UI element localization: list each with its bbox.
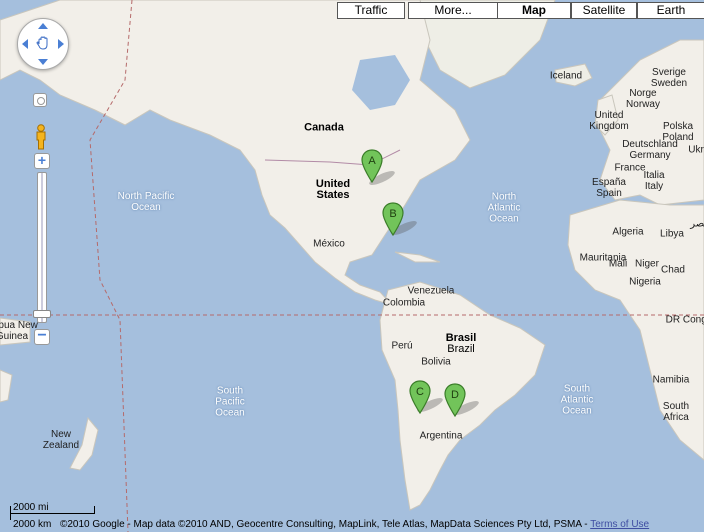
label-mali: Mali bbox=[608, 258, 628, 270]
copyright-text: ©2010 Google - Map data ©2010 AND, Geoce… bbox=[60, 518, 649, 532]
map-type-selector: Map Satellite Earth bbox=[497, 2, 704, 19]
marker-letter: C bbox=[416, 386, 424, 398]
label-united-kingdom: United Kingdom bbox=[589, 110, 629, 132]
label-sverige: Sverige Sweden bbox=[650, 67, 688, 89]
label-nigeria: Nigeria bbox=[629, 276, 661, 288]
marker-b[interactable]: B bbox=[382, 202, 404, 236]
pan-control bbox=[17, 18, 69, 70]
map-footer: 2000 km ©2010 Google - Map data ©2010 AN… bbox=[0, 518, 704, 532]
label-south-africa: South Africa bbox=[662, 401, 690, 423]
scale-bar-right-tick bbox=[94, 506, 95, 514]
map-type-earth-button[interactable]: Earth bbox=[637, 2, 704, 19]
label-libya: Libya bbox=[660, 228, 684, 240]
reset-view-button[interactable] bbox=[33, 93, 47, 107]
label-north-pacific-ocean: North Pacific Ocean bbox=[117, 191, 175, 213]
label-bolivia: Bolivia bbox=[421, 356, 451, 368]
label-arabic: مصر bbox=[690, 218, 704, 230]
label-peru: Perú bbox=[391, 340, 413, 352]
label-deutschland: Deutschland Germany bbox=[622, 139, 678, 161]
label-north-atlantic-ocean: North Atlantic Ocean bbox=[487, 191, 521, 225]
reset-circle-icon bbox=[37, 97, 45, 105]
zoom-slider-handle[interactable] bbox=[33, 310, 51, 318]
label-united-states: United States bbox=[316, 179, 350, 201]
label-algeria: Algeria bbox=[612, 226, 644, 238]
label-france: France bbox=[614, 162, 646, 174]
marker-d[interactable]: D bbox=[444, 383, 466, 417]
label-mexico: México bbox=[313, 238, 345, 250]
label-italia: Italia Italy bbox=[643, 170, 665, 192]
zoom-out-button[interactable]: − bbox=[34, 328, 50, 345]
scale-km-label: 2000 km bbox=[13, 519, 52, 530]
pan-up-icon[interactable] bbox=[38, 23, 48, 29]
label-papua-new-guinea: Papua NewGuinea bbox=[0, 320, 38, 342]
label-drcongo: DR Congo bbox=[665, 314, 704, 326]
more-button[interactable]: More... bbox=[408, 2, 498, 19]
pan-down-icon[interactable] bbox=[38, 59, 48, 65]
label-south-atlantic-ocean: South Atlantic Ocean bbox=[560, 383, 594, 417]
label-namibia: Namibia bbox=[652, 374, 690, 386]
traffic-button[interactable]: Traffic bbox=[337, 2, 405, 19]
zoom-in-button[interactable]: + bbox=[34, 153, 50, 169]
label-new-zealand: New Zealand bbox=[42, 429, 80, 451]
label-colombia: Colombia bbox=[382, 297, 426, 309]
terms-of-use-link[interactable]: Terms of Use bbox=[590, 519, 649, 530]
label-canada: Canada bbox=[304, 121, 344, 134]
label-norge: Norge Norway bbox=[626, 88, 660, 110]
copyright-label: ©2010 Google - Map data ©2010 AND, Geoce… bbox=[60, 519, 591, 530]
label-venezuela: Venezuela bbox=[407, 285, 455, 297]
label-brasil: Brasil Brazil bbox=[445, 332, 477, 355]
marker-c[interactable]: C bbox=[409, 380, 431, 414]
hand-icon[interactable] bbox=[35, 35, 51, 51]
marker-a[interactable]: A bbox=[361, 149, 383, 183]
label-ukr: Ukr bbox=[688, 144, 704, 156]
label-niger: Niger bbox=[635, 258, 659, 270]
label-espana: España Spain bbox=[592, 177, 626, 199]
label-text: States bbox=[316, 189, 350, 201]
marker-letter: D bbox=[451, 389, 459, 401]
scale-bar-line bbox=[10, 513, 94, 514]
map-canvas[interactable] bbox=[0, 0, 704, 532]
map-type-map-button[interactable]: Map bbox=[497, 2, 571, 19]
zoom-slider-track[interactable] bbox=[37, 172, 47, 323]
pan-right-icon[interactable] bbox=[58, 39, 64, 49]
map-type-satellite-button[interactable]: Satellite bbox=[571, 2, 637, 19]
marker-letter: A bbox=[368, 155, 376, 167]
label-south-pacific-ocean: South Pacific Ocean bbox=[215, 385, 245, 419]
label-argentina: Argentina bbox=[419, 430, 463, 442]
scale-mi-label: 2000 mi bbox=[13, 502, 49, 513]
pegman-icon[interactable] bbox=[34, 124, 48, 150]
pan-left-icon[interactable] bbox=[22, 39, 28, 49]
zoom-slider-fill bbox=[41, 173, 43, 322]
marker-letter: B bbox=[389, 208, 396, 220]
label-iceland: Iceland bbox=[549, 70, 583, 82]
label-chad: Chad bbox=[661, 264, 685, 276]
